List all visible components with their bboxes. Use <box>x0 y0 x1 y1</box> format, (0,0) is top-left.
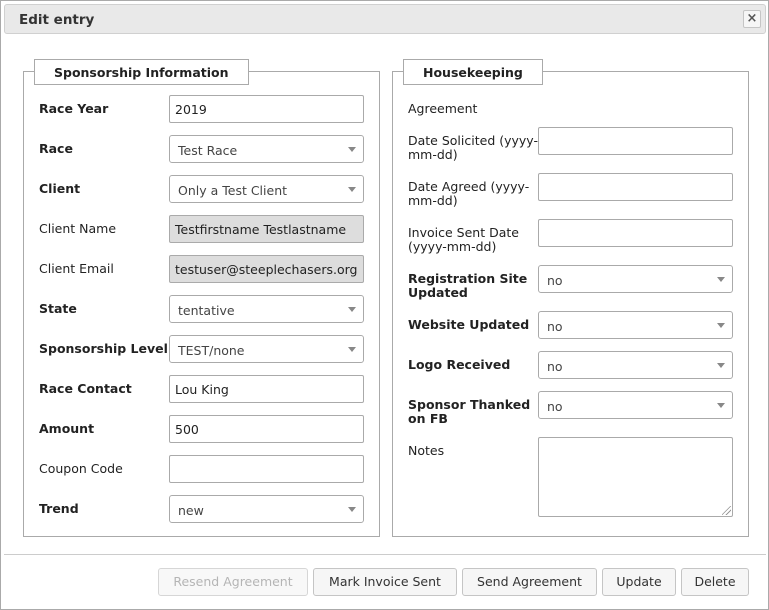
dialog-titlebar[interactable]: Edit entry × <box>4 4 766 34</box>
resend-agreement-button[interactable]: Resend Agreement <box>158 568 308 596</box>
chevron-down-icon <box>717 277 725 282</box>
agreement-label: Agreement <box>408 101 478 116</box>
race-contact-label: Race Contact <box>39 381 132 396</box>
amount-input[interactable]: 500 <box>169 415 364 443</box>
resize-handle-icon[interactable] <box>722 506 731 515</box>
trend-label: Trend <box>39 501 79 516</box>
state-label: State <box>39 301 77 316</box>
client-name-field: Testfirstname Testlastname <box>169 215 364 243</box>
race-year-label: Race Year <box>39 101 109 116</box>
chevron-down-icon <box>348 347 356 352</box>
coupon-code-input[interactable] <box>169 455 364 483</box>
mark-invoice-sent-button[interactable]: Mark Invoice Sent <box>313 568 457 596</box>
send-agreement-button[interactable]: Send Agreement <box>462 568 597 596</box>
dialog-title: Edit entry <box>19 12 95 28</box>
state-select[interactable]: tentative <box>169 295 364 323</box>
notes-label: Notes <box>408 443 445 458</box>
invoice-sent-date-input[interactable] <box>538 219 733 247</box>
client-label: Client <box>39 181 81 196</box>
state-select-value: tentative <box>178 303 235 318</box>
notes-textarea[interactable] <box>538 437 733 517</box>
race-label: Race <box>39 141 73 156</box>
date-agreed-label: Date Agreed (yyyy- mm-dd) <box>408 179 530 208</box>
website-updated-select[interactable]: no <box>538 311 733 339</box>
sponsor-thanked-label: Sponsor Thanked on FB <box>408 397 531 426</box>
chevron-down-icon <box>348 147 356 152</box>
sponsorship-level-select-value: TEST/none <box>178 343 245 358</box>
chevron-down-icon <box>348 507 356 512</box>
race-select[interactable]: Test Race <box>169 135 364 163</box>
chevron-down-icon <box>717 323 725 328</box>
trend-select[interactable]: new <box>169 495 364 523</box>
client-name-label: Client Name <box>39 221 117 236</box>
chevron-down-icon <box>348 187 356 192</box>
chevron-down-icon <box>348 307 356 312</box>
race-contact-input[interactable]: Lou King <box>169 375 364 403</box>
client-email-field: testuser@steeplechasers.org <box>169 255 364 283</box>
housekeeping-legend: Housekeeping <box>403 59 543 85</box>
logo-received-value: no <box>547 359 563 374</box>
delete-button[interactable]: Delete <box>681 568 749 596</box>
sponsorship-legend: Sponsorship Information <box>34 59 249 85</box>
sponsor-thanked-value: no <box>547 399 563 414</box>
registration-site-updated-select[interactable]: no <box>538 265 733 293</box>
client-select-value: Only a Test Client <box>178 183 288 198</box>
registration-site-updated-label: Registration Site Updated <box>408 271 528 300</box>
client-select[interactable]: Only a Test Client <box>169 175 364 203</box>
update-button[interactable]: Update <box>602 568 676 596</box>
logo-received-label: Logo Received <box>408 357 511 372</box>
sponsor-thanked-select[interactable]: no <box>538 391 733 419</box>
client-email-label: Client Email <box>39 261 114 276</box>
footer-divider <box>4 554 766 555</box>
race-select-value: Test Race <box>178 143 238 158</box>
website-updated-value: no <box>547 319 563 334</box>
edit-entry-dialog: Edit entry × Sponsorship Information Rac… <box>0 0 769 610</box>
date-solicited-input[interactable] <box>538 127 733 155</box>
date-solicited-label: Date Solicited (yyyy- mm-dd) <box>408 133 538 162</box>
coupon-code-label: Coupon Code <box>39 461 123 476</box>
date-agreed-input[interactable] <box>538 173 733 201</box>
trend-select-value: new <box>178 503 204 518</box>
chevron-down-icon <box>717 403 725 408</box>
registration-site-updated-value: no <box>547 273 563 288</box>
sponsorship-level-label: Sponsorship Level <box>39 341 168 356</box>
amount-label: Amount <box>39 421 95 436</box>
race-year-input[interactable]: 2019 <box>169 95 364 123</box>
chevron-down-icon <box>717 363 725 368</box>
invoice-sent-date-label: Invoice Sent Date (yyyy-mm-dd) <box>408 225 519 254</box>
close-icon[interactable]: × <box>743 10 761 28</box>
website-updated-label: Website Updated <box>408 317 530 332</box>
sponsorship-level-select[interactable]: TEST/none <box>169 335 364 363</box>
logo-received-select[interactable]: no <box>538 351 733 379</box>
